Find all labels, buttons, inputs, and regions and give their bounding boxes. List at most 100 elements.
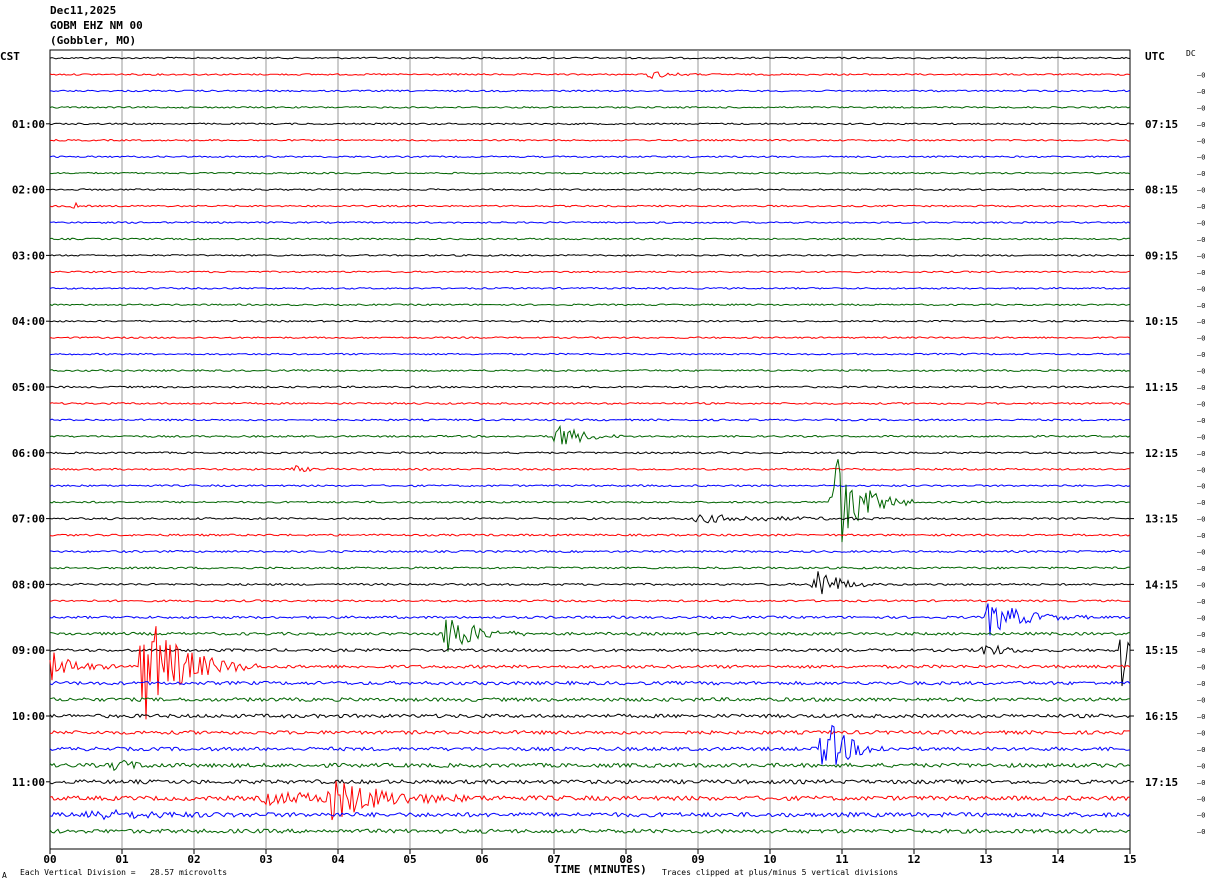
trace-row-12	[49, 254, 1131, 257]
x-tick-label: 04	[331, 853, 345, 866]
x-tick-label: 01	[115, 853, 129, 866]
date-label: Dec11,2025	[50, 4, 117, 17]
dc-row-marker: —0	[1197, 466, 1205, 474]
dc-label: DC	[1186, 49, 1196, 58]
dc-row-marker: —0	[1197, 746, 1205, 754]
dc-row-marker: —0	[1197, 713, 1205, 721]
dc-row-marker: —0	[1197, 71, 1205, 79]
dc-row-marker: —0	[1197, 828, 1205, 836]
dc-markers: —0 —0 —0 —0 —0 —0 —0 —0 —0 —0 —0 —0 —0 —0 —0 —0 —0 —0 —0 —0…	[1197, 71, 1205, 836]
plot-frame	[49, 49, 1131, 850]
trace-row-6	[49, 155, 1131, 159]
helicorder-plot: 00 01 02 03 04 05 06 07 08 09 10 11 12 13 14 15 01:0002…	[12, 49, 1205, 866]
left-time-label: 08:00	[12, 578, 45, 591]
x-tick-label: 03	[259, 853, 272, 866]
trace-row-43	[49, 759, 1131, 772]
right-time-labels: 07:15 08:15 09:15 10:15 11:15 12:15 13:15 14:15…	[1130, 118, 1178, 789]
dc-row-marker: —0	[1197, 220, 1205, 228]
trace-row-46	[49, 808, 1131, 821]
dc-row-marker: —0	[1197, 302, 1205, 310]
x-tick-label: 15	[1123, 853, 1136, 866]
minute-grid	[49, 49, 1131, 850]
trace-row-0	[49, 56, 1131, 60]
dc-row-marker: —0	[1197, 433, 1205, 441]
left-time-label: 07:00	[12, 513, 45, 526]
scale-note: Each Vertical Division = 28.57 microvolt…	[20, 868, 228, 877]
right-time-label: 15:15	[1145, 644, 1178, 657]
dc-row-marker: —0	[1197, 499, 1205, 507]
right-time-label: 11:15	[1145, 381, 1178, 394]
x-tick-label: 06	[475, 853, 489, 866]
left-time-label: 01:00	[12, 118, 45, 131]
trace-row-45	[49, 780, 1131, 821]
x-axis-label: TIME (MINUTES)	[554, 863, 647, 876]
dc-row-marker: —0	[1197, 483, 1205, 491]
dc-row-marker: —0	[1197, 565, 1205, 573]
dc-row-marker: —0	[1197, 236, 1205, 244]
right-time-label: 17:15	[1145, 776, 1178, 789]
trace-row-26	[49, 484, 1131, 488]
dc-row-marker: —0	[1197, 516, 1205, 524]
dc-row-marker: —0	[1197, 664, 1205, 672]
trace-row-37	[49, 626, 1131, 720]
trace-row-7	[49, 171, 1131, 175]
left-time-label: 09:00	[12, 644, 45, 657]
trace-row-19	[49, 369, 1131, 373]
seismic-traces	[49, 56, 1131, 834]
trace-row-21	[49, 401, 1131, 405]
trace-row-47	[49, 828, 1131, 834]
trace-row-31	[49, 566, 1131, 570]
right-timezone-label: UTC	[1145, 50, 1165, 63]
dc-row-marker: —0	[1197, 285, 1205, 293]
dc-row-marker: —0	[1197, 729, 1205, 737]
trace-row-28	[49, 514, 1131, 524]
trace-row-18	[49, 352, 1131, 356]
dc-row-marker: —0	[1197, 121, 1205, 129]
left-time-label: 11:00	[12, 776, 45, 789]
trace-row-38	[49, 680, 1131, 686]
trace-row-29	[49, 533, 1131, 537]
trace-row-8	[49, 188, 1131, 192]
trace-row-10	[50, 221, 1131, 224]
trace-row-2	[49, 89, 1131, 93]
clip-note: Traces clipped at plus/minus 5 vertical …	[662, 868, 899, 877]
left-time-labels: 01:00 02:00 03:00 04:00 05:00 06:00 07:00 08:00…	[12, 118, 50, 789]
x-tick-label: 13	[979, 853, 992, 866]
trace-row-27	[49, 459, 1130, 543]
dc-row-marker: —0	[1197, 368, 1205, 376]
dc-row-marker: —0	[1197, 203, 1205, 211]
left-time-label: 04:00	[12, 315, 45, 328]
dc-row-marker: —0	[1197, 647, 1205, 655]
dc-row-marker: —0	[1197, 400, 1205, 408]
x-tick-label: 09	[691, 853, 704, 866]
dc-row-marker: —0	[1197, 154, 1205, 162]
dc-row-marker: —0	[1197, 631, 1205, 639]
x-tick-label: 12	[907, 853, 920, 866]
x-tick-label: 02	[187, 853, 200, 866]
x-tick-label: 05	[403, 853, 416, 866]
trace-row-14	[49, 286, 1131, 290]
location-label: (Gobbler, MO)	[50, 34, 137, 47]
x-tick-label: 11	[835, 853, 849, 866]
dc-row-marker: —0	[1197, 351, 1205, 359]
dc-row-marker: —0	[1197, 762, 1205, 770]
dc-row-marker: —0	[1197, 581, 1205, 589]
trace-row-9	[49, 201, 1130, 209]
trace-row-5	[49, 138, 1131, 142]
trace-row-3	[49, 105, 1131, 109]
trace-row-23	[49, 424, 1131, 445]
x-tick-label: 10	[763, 853, 776, 866]
trace-row-41	[49, 729, 1130, 736]
dc-row-marker: —0	[1197, 384, 1205, 392]
left-time-label: 03:00	[12, 249, 45, 262]
dc-row-marker: —0	[1197, 137, 1205, 145]
trace-row-25	[49, 465, 1131, 473]
right-time-label: 09:15	[1145, 249, 1178, 262]
trace-row-22	[49, 418, 1131, 422]
right-time-label: 12:15	[1145, 447, 1178, 460]
dc-row-marker: —0	[1197, 88, 1205, 96]
trace-row-1	[49, 71, 1131, 80]
left-time-label: 02:00	[12, 184, 45, 197]
dc-row-marker: —0	[1197, 779, 1205, 787]
station-label: GOBM EHZ NM 00	[50, 19, 143, 32]
